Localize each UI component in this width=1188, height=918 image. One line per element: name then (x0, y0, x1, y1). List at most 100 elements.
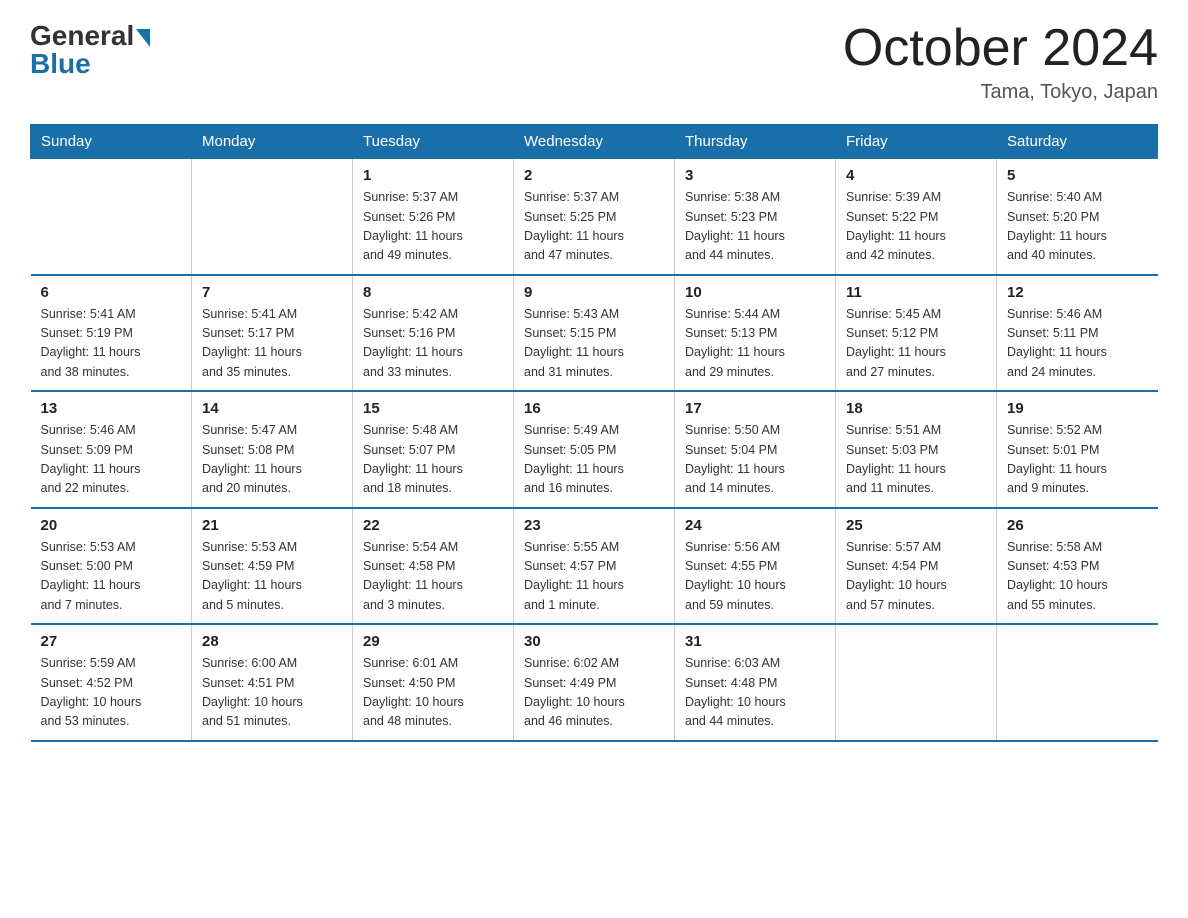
day-info: Sunrise: 5:41 AM Sunset: 5:19 PM Dayligh… (41, 305, 182, 383)
day-number: 10 (685, 284, 825, 301)
calendar-cell: 10 Sunrise: 5:44 AM Sunset: 5:13 PM Dayli… (675, 275, 836, 392)
calendar-cell: 16 Sunrise: 5:49 AM Sunset: 5:05 PM Dayli… (514, 391, 675, 508)
calendar-table: SundayMondayTuesdayWednesdayThursdayFrid… (30, 124, 1158, 742)
calendar-title: October 2024 (843, 20, 1158, 77)
day-info: Sunrise: 5:43 AM Sunset: 5:15 PM Dayligh… (524, 305, 664, 383)
day-info: Sunrise: 5:38 AM Sunset: 5:23 PM Dayligh… (685, 188, 825, 266)
day-number: 1 (363, 167, 503, 184)
day-info: Sunrise: 5:56 AM Sunset: 4:55 PM Dayligh… (685, 538, 825, 616)
day-info: Sunrise: 5:57 AM Sunset: 4:54 PM Dayligh… (846, 538, 986, 616)
calendar-cell: 17 Sunrise: 5:50 AM Sunset: 5:04 PM Dayli… (675, 391, 836, 508)
calendar-cell: 12Sunrise: 5:46 AM Sunset: 5:11 PM Dayli… (997, 275, 1158, 392)
day-number: 22 (363, 517, 503, 534)
day-number: 3 (685, 167, 825, 184)
title-area: October 2024 Tama, Tokyo, Japan (843, 20, 1158, 104)
logo-arrow-icon (136, 29, 150, 47)
week-row: 6 Sunrise: 5:41 AM Sunset: 5:19 PM Daylig… (31, 275, 1158, 392)
day-number: 16 (524, 400, 664, 417)
day-number: 11 (846, 284, 986, 301)
calendar-cell: 9Sunrise: 5:43 AM Sunset: 5:15 PM Daylig… (514, 275, 675, 392)
calendar-cell: 25 Sunrise: 5:57 AM Sunset: 4:54 PM Dayli… (836, 508, 997, 625)
calendar-cell: 3 Sunrise: 5:38 AM Sunset: 5:23 PM Daylig… (675, 159, 836, 275)
day-info: Sunrise: 5:37 AM Sunset: 5:26 PM Dayligh… (363, 188, 503, 266)
calendar-cell (192, 159, 353, 275)
header-cell-thursday: Thursday (675, 125, 836, 159)
calendar-cell: 18Sunrise: 5:51 AM Sunset: 5:03 PM Dayli… (836, 391, 997, 508)
day-info: Sunrise: 5:37 AM Sunset: 5:25 PM Dayligh… (524, 188, 664, 266)
calendar-cell: 22 Sunrise: 5:54 AM Sunset: 4:58 PM Dayli… (353, 508, 514, 625)
day-info: Sunrise: 5:39 AM Sunset: 5:22 PM Dayligh… (846, 188, 986, 266)
week-row: 13 Sunrise: 5:46 AM Sunset: 5:09 PM Dayli… (31, 391, 1158, 508)
day-number: 24 (685, 517, 825, 534)
day-info: Sunrise: 5:42 AM Sunset: 5:16 PM Dayligh… (363, 305, 503, 383)
calendar-cell: 26 Sunrise: 5:58 AM Sunset: 4:53 PM Dayli… (997, 508, 1158, 625)
day-number: 28 (202, 633, 342, 650)
day-number: 7 (202, 284, 342, 301)
day-info: Sunrise: 5:54 AM Sunset: 4:58 PM Dayligh… (363, 538, 503, 616)
day-number: 25 (846, 517, 986, 534)
week-row: 27Sunrise: 5:59 AM Sunset: 4:52 PM Dayli… (31, 624, 1158, 741)
calendar-cell: 23 Sunrise: 5:55 AM Sunset: 4:57 PM Dayli… (514, 508, 675, 625)
day-info: Sunrise: 5:58 AM Sunset: 4:53 PM Dayligh… (1007, 538, 1148, 616)
header-cell-wednesday: Wednesday (514, 125, 675, 159)
calendar-cell: 24 Sunrise: 5:56 AM Sunset: 4:55 PM Dayli… (675, 508, 836, 625)
day-number: 8 (363, 284, 503, 301)
calendar-cell: 31 Sunrise: 6:03 AM Sunset: 4:48 PM Dayli… (675, 624, 836, 741)
day-number: 31 (685, 633, 825, 650)
calendar-cell: 21 Sunrise: 5:53 AM Sunset: 4:59 PM Dayli… (192, 508, 353, 625)
calendar-cell: 27Sunrise: 5:59 AM Sunset: 4:52 PM Dayli… (31, 624, 192, 741)
day-info: Sunrise: 5:48 AM Sunset: 5:07 PM Dayligh… (363, 421, 503, 499)
day-number: 21 (202, 517, 342, 534)
day-number: 4 (846, 167, 986, 184)
day-number: 15 (363, 400, 503, 417)
day-number: 14 (202, 400, 342, 417)
calendar-cell: 14 Sunrise: 5:47 AM Sunset: 5:08 PM Dayli… (192, 391, 353, 508)
calendar-cell: 5Sunrise: 5:40 AM Sunset: 5:20 PM Daylig… (997, 159, 1158, 275)
logo-blue-text: Blue (30, 48, 91, 80)
calendar-cell: 19 Sunrise: 5:52 AM Sunset: 5:01 PM Dayli… (997, 391, 1158, 508)
calendar-cell: 6 Sunrise: 5:41 AM Sunset: 5:19 PM Daylig… (31, 275, 192, 392)
day-number: 13 (41, 400, 182, 417)
day-info: Sunrise: 5:49 AM Sunset: 5:05 PM Dayligh… (524, 421, 664, 499)
day-info: Sunrise: 5:55 AM Sunset: 4:57 PM Dayligh… (524, 538, 664, 616)
calendar-cell: 7 Sunrise: 5:41 AM Sunset: 5:17 PM Daylig… (192, 275, 353, 392)
day-info: Sunrise: 6:03 AM Sunset: 4:48 PM Dayligh… (685, 654, 825, 732)
header: General Blue October 2024 Tama, Tokyo, J… (30, 20, 1158, 104)
calendar-cell: 2 Sunrise: 5:37 AM Sunset: 5:25 PM Daylig… (514, 159, 675, 275)
day-info: Sunrise: 6:01 AM Sunset: 4:50 PM Dayligh… (363, 654, 503, 732)
day-number: 29 (363, 633, 503, 650)
day-info: Sunrise: 5:41 AM Sunset: 5:17 PM Dayligh… (202, 305, 342, 383)
calendar-cell: 8 Sunrise: 5:42 AM Sunset: 5:16 PM Daylig… (353, 275, 514, 392)
header-cell-sunday: Sunday (31, 125, 192, 159)
logo-area: General Blue (30, 20, 150, 80)
day-number: 17 (685, 400, 825, 417)
day-info: Sunrise: 5:59 AM Sunset: 4:52 PM Dayligh… (41, 654, 182, 732)
header-cell-saturday: Saturday (997, 125, 1158, 159)
day-number: 6 (41, 284, 182, 301)
header-cell-friday: Friday (836, 125, 997, 159)
day-info: Sunrise: 5:50 AM Sunset: 5:04 PM Dayligh… (685, 421, 825, 499)
calendar-cell: 28Sunrise: 6:00 AM Sunset: 4:51 PM Dayli… (192, 624, 353, 741)
calendar-cell: 13 Sunrise: 5:46 AM Sunset: 5:09 PM Dayli… (31, 391, 192, 508)
day-info: Sunrise: 5:47 AM Sunset: 5:08 PM Dayligh… (202, 421, 342, 499)
day-info: Sunrise: 5:46 AM Sunset: 5:09 PM Dayligh… (41, 421, 182, 499)
day-info: Sunrise: 5:53 AM Sunset: 4:59 PM Dayligh… (202, 538, 342, 616)
day-info: Sunrise: 6:02 AM Sunset: 4:49 PM Dayligh… (524, 654, 664, 732)
calendar-cell (31, 159, 192, 275)
day-info: Sunrise: 5:52 AM Sunset: 5:01 PM Dayligh… (1007, 421, 1148, 499)
day-number: 2 (524, 167, 664, 184)
calendar-cell (997, 624, 1158, 741)
day-number: 30 (524, 633, 664, 650)
day-info: Sunrise: 5:44 AM Sunset: 5:13 PM Dayligh… (685, 305, 825, 383)
day-number: 26 (1007, 517, 1148, 534)
day-info: Sunrise: 5:53 AM Sunset: 5:00 PM Dayligh… (41, 538, 182, 616)
day-number: 19 (1007, 400, 1148, 417)
week-row: 20Sunrise: 5:53 AM Sunset: 5:00 PM Dayli… (31, 508, 1158, 625)
calendar-cell: 11Sunrise: 5:45 AM Sunset: 5:12 PM Dayli… (836, 275, 997, 392)
calendar-cell: 29 Sunrise: 6:01 AM Sunset: 4:50 PM Dayli… (353, 624, 514, 741)
day-info: Sunrise: 5:40 AM Sunset: 5:20 PM Dayligh… (1007, 188, 1148, 266)
calendar-cell: 1 Sunrise: 5:37 AM Sunset: 5:26 PM Daylig… (353, 159, 514, 275)
week-row: 1 Sunrise: 5:37 AM Sunset: 5:26 PM Daylig… (31, 159, 1158, 275)
day-number: 18 (846, 400, 986, 417)
day-number: 23 (524, 517, 664, 534)
